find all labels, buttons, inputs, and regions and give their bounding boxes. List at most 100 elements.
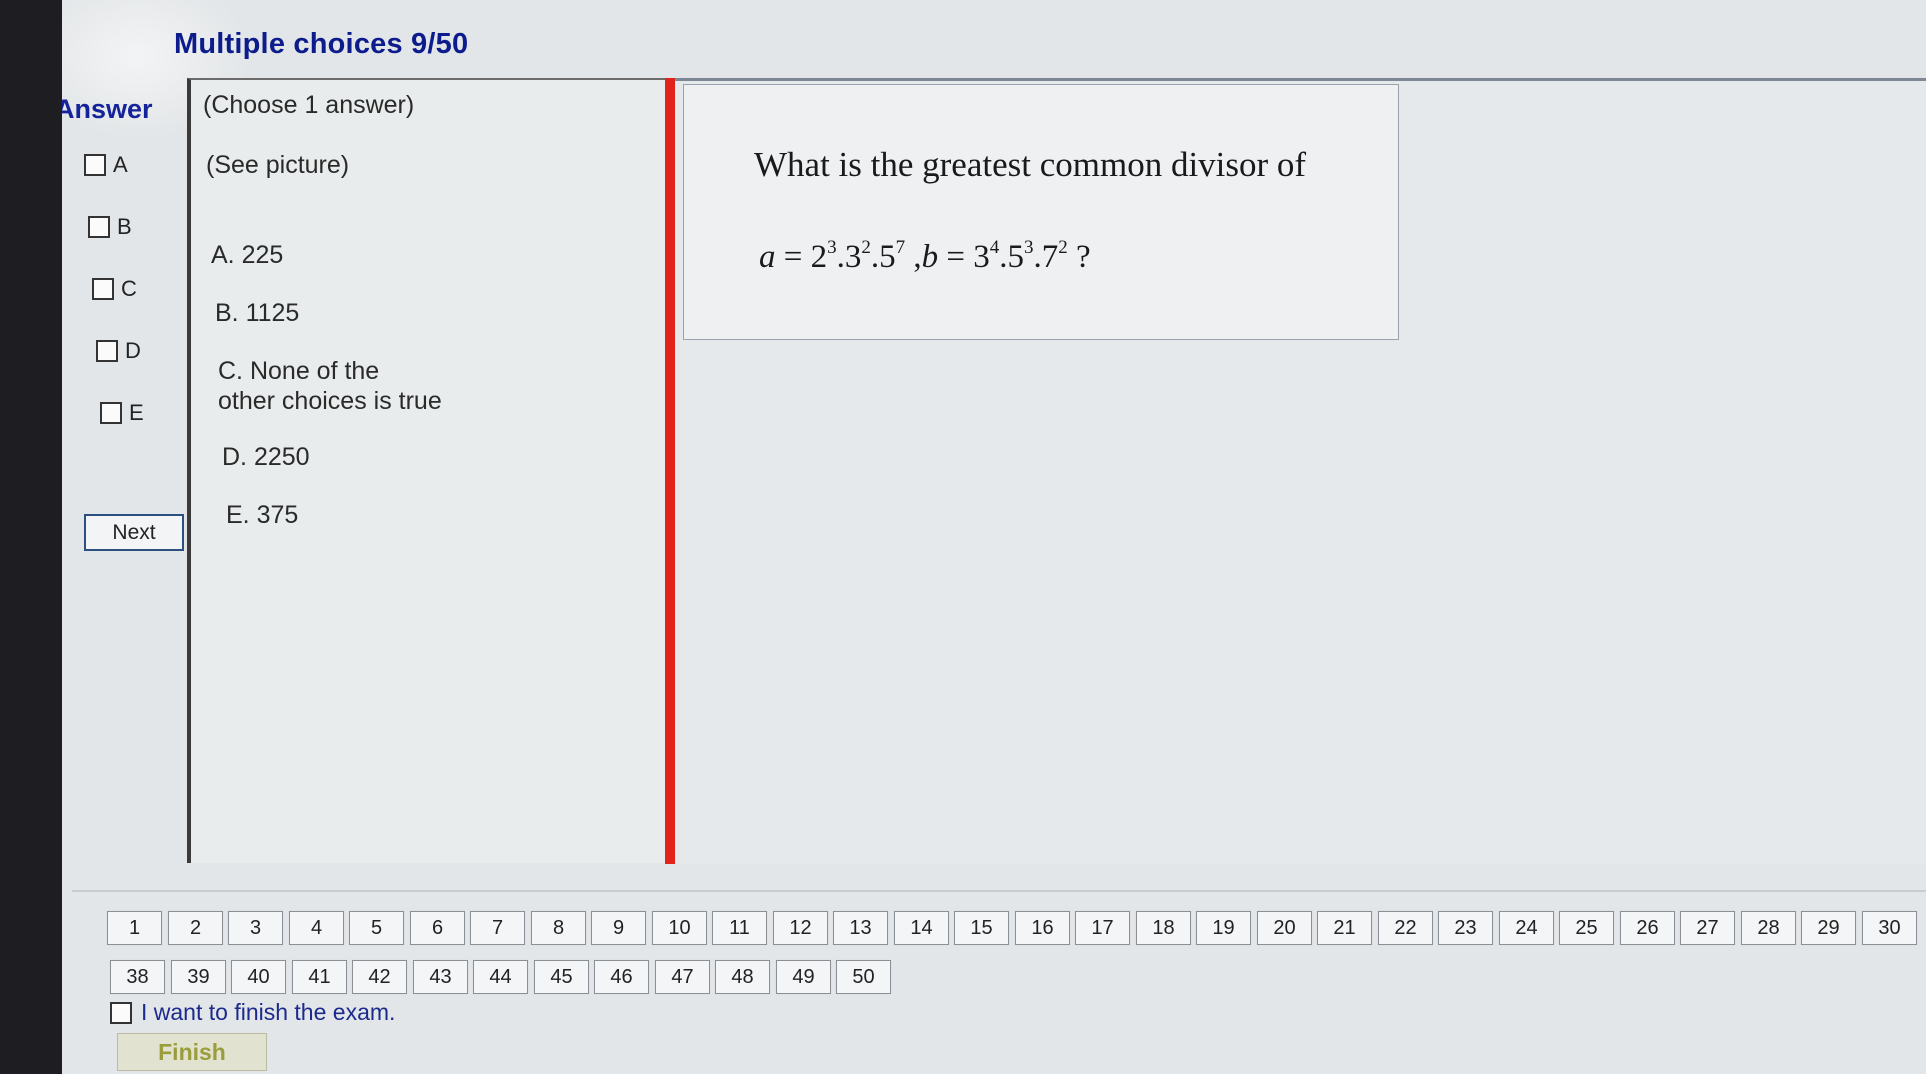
formula-exp: 2	[1058, 237, 1068, 258]
question-text: What is the greatest common divisor of	[754, 145, 1307, 184]
answer-option-label: E	[129, 400, 144, 425]
answer-option-label: C	[121, 276, 137, 301]
answer-checkbox-b[interactable]	[88, 216, 110, 238]
answer-option-e[interactable]: E	[100, 400, 144, 426]
formula-dot: .	[870, 239, 880, 275]
question-nav-button[interactable]: 25	[1558, 910, 1615, 946]
question-nav-button[interactable]: 46	[593, 959, 650, 995]
choice-b: B. 1125	[215, 298, 299, 328]
question-nav-button[interactable]: 11	[711, 910, 768, 946]
formula-dot: .	[836, 239, 845, 275]
see-picture-note: (See picture)	[206, 151, 350, 179]
question-nav-button[interactable]: 30	[1861, 910, 1918, 946]
choice-letter: B.	[215, 299, 239, 327]
question-nav-button[interactable]: 13	[832, 910, 889, 946]
choice-text: 375	[256, 501, 299, 529]
question-nav-button[interactable]: 1	[106, 910, 163, 946]
formula-eq: =	[938, 239, 974, 275]
choices-instruction: (Choose 1 answer)	[203, 91, 415, 119]
question-nav-button[interactable]: 23	[1437, 910, 1494, 946]
question-nav-button[interactable]: 8	[530, 910, 587, 946]
bottom-separator	[72, 890, 1926, 892]
question-nav-button[interactable]: 9	[590, 910, 647, 946]
question-nav-button[interactable]: 50	[835, 959, 892, 995]
finish-checkbox[interactable]	[110, 1001, 132, 1024]
formula-exp: 4	[989, 237, 1000, 258]
panel-divider	[665, 78, 675, 864]
page-title: Multiple choices 9/50	[174, 28, 469, 60]
question-nav-button[interactable]: 17	[1074, 910, 1131, 946]
question-nav-button[interactable]: 38	[109, 959, 166, 995]
formula-exp: 7	[895, 237, 906, 258]
answer-option-d[interactable]: D	[96, 338, 141, 364]
choice-text: 2250	[253, 443, 310, 471]
question-nav-button[interactable]: 41	[291, 959, 348, 995]
question-nav-button[interactable]: 26	[1619, 910, 1676, 946]
formula-base: 3	[844, 239, 862, 275]
question-nav-button[interactable]: 28	[1740, 910, 1797, 946]
formula-var-b: b	[921, 239, 939, 275]
formula-var-a: a	[759, 239, 776, 275]
choice-c: C. None of the other choices is true	[218, 356, 442, 416]
question-nav-button[interactable]: 29	[1800, 910, 1857, 946]
answer-option-c[interactable]: C	[92, 276, 137, 302]
question-nav-button[interactable]: 4	[288, 910, 345, 946]
question-nav-button[interactable]: 5	[348, 910, 405, 946]
question-nav-button[interactable]: 3	[227, 910, 284, 946]
question-nav-button[interactable]: 43	[412, 959, 469, 995]
formula-base: 7	[1041, 239, 1059, 275]
question-nav-button[interactable]: 15	[953, 910, 1010, 946]
question-nav-button[interactable]: 27	[1679, 910, 1736, 946]
formula-base: 5	[879, 239, 896, 275]
answer-checkbox-c[interactable]	[92, 278, 114, 300]
answer-option-label: B	[117, 214, 132, 239]
question-nav-button[interactable]: 49	[775, 959, 832, 995]
question-nav-button[interactable]: 40	[230, 959, 287, 995]
formula-base: 3	[973, 239, 990, 275]
answer-option-label: A	[113, 152, 128, 177]
formula-dot: .	[999, 239, 1008, 275]
question-nav-button[interactable]: 48	[714, 959, 771, 995]
question-nav-button[interactable]: 22	[1377, 910, 1434, 946]
question-nav-button[interactable]: 47	[654, 959, 711, 995]
finish-checkbox-label: I want to finish the exam.	[141, 999, 396, 1025]
question-nav-button[interactable]: 19	[1195, 910, 1252, 946]
formula-dot: .	[1033, 239, 1042, 275]
answer-checkbox-e[interactable]	[100, 402, 122, 424]
question-nav-button[interactable]: 2	[167, 910, 224, 946]
question-nav-button[interactable]: 21	[1316, 910, 1373, 946]
question-nav-button[interactable]: 44	[472, 959, 529, 995]
formula-base: 5	[1007, 239, 1025, 275]
question-nav-button[interactable]: 18	[1135, 910, 1192, 946]
question-nav-button[interactable]: 14	[893, 910, 950, 946]
question-area: What is the greatest common divisor of a…	[675, 78, 1926, 864]
question-nav-button[interactable]: 16	[1014, 910, 1071, 946]
formula-comma: ,	[905, 239, 922, 275]
answer-heading: Answer	[62, 94, 153, 124]
choice-letter: A.	[211, 241, 235, 269]
question-formula: a = 23.32.57 ,b = 34.53.72 ?	[759, 237, 1091, 276]
question-nav-button[interactable]: 39	[170, 959, 227, 995]
question-nav-button[interactable]: 24	[1498, 910, 1555, 946]
choice-text-continued: other choices is true	[218, 387, 442, 415]
answer-checkbox-a[interactable]	[84, 154, 106, 176]
answer-checkbox-d[interactable]	[96, 340, 118, 362]
choice-text: 1125	[245, 299, 300, 327]
answer-option-b[interactable]: B	[88, 214, 132, 240]
choice-d: D. 2250	[222, 442, 310, 472]
question-nav-button[interactable]: 10	[651, 910, 708, 946]
formula-base: 2	[810, 239, 828, 275]
question-nav-button[interactable]: 12	[772, 910, 829, 946]
question-nav-button[interactable]: 45	[533, 959, 590, 995]
next-button[interactable]: Next	[84, 514, 184, 551]
choice-a: A. 225	[211, 240, 283, 270]
question-nav-button[interactable]: 20	[1256, 910, 1313, 946]
answer-option-label: D	[125, 338, 141, 363]
answer-option-a[interactable]: A	[84, 152, 128, 178]
finish-confirm[interactable]: I want to finish the exam.	[110, 999, 395, 1026]
question-nav-button[interactable]: 7	[469, 910, 526, 946]
finish-button[interactable]: Finish	[117, 1033, 267, 1071]
question-nav-button[interactable]: 42	[351, 959, 408, 995]
choice-letter: C.	[218, 357, 243, 385]
question-nav-button[interactable]: 6	[409, 910, 466, 946]
